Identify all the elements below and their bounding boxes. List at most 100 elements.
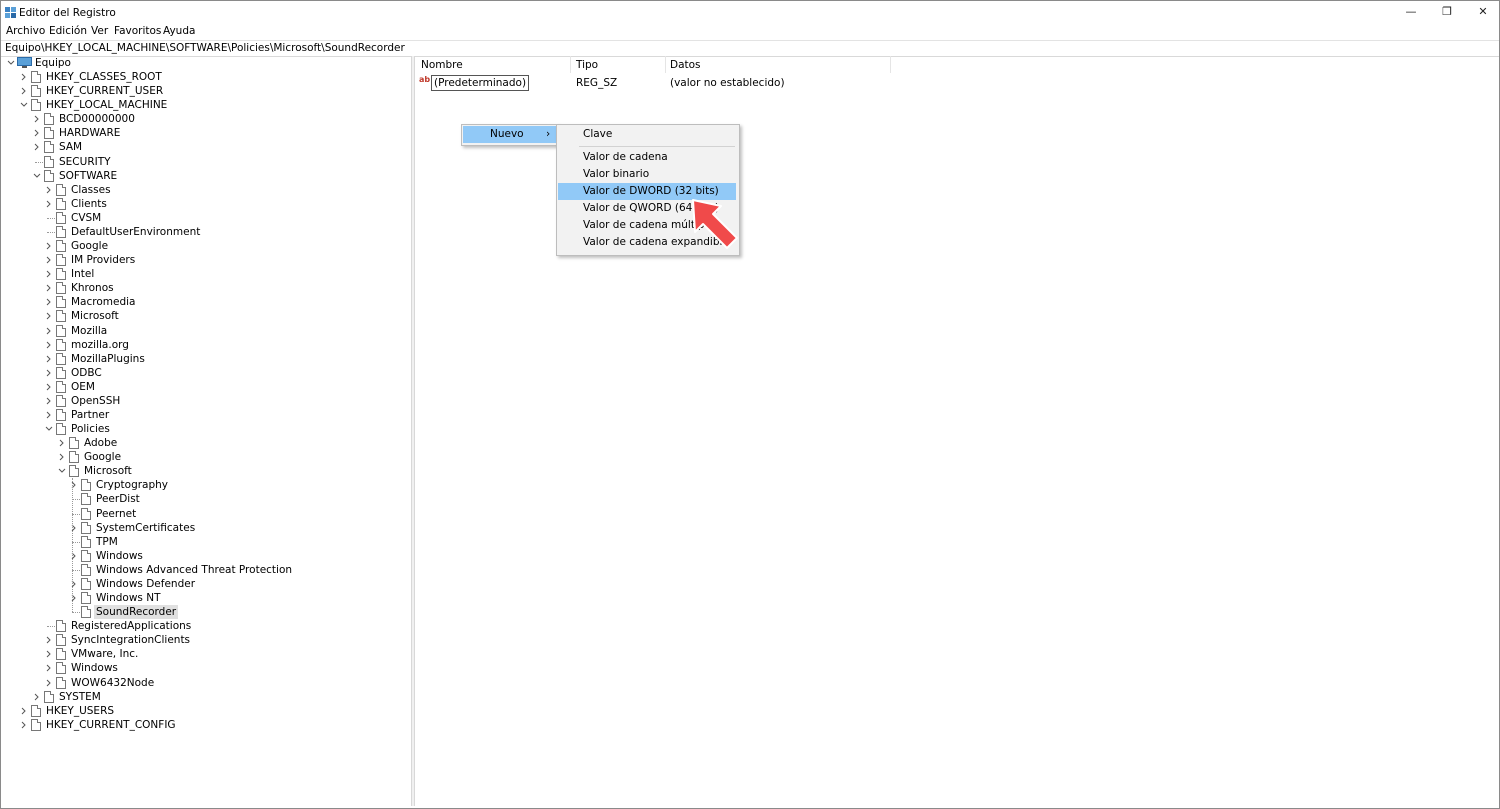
key-icon [69,451,79,463]
chevron-right-icon[interactable] [20,707,28,715]
chevron-right-icon[interactable] [45,312,53,320]
tree-node-label: SOFTWARE [59,170,118,182]
key-icon [81,564,91,576]
key-icon [56,620,66,632]
tree-node-label: Mozilla [71,325,108,337]
key-icon [81,592,91,604]
chevron-right-icon[interactable] [20,721,28,729]
menu-item-label: Valor binario [583,168,650,180]
chevron-down-icon[interactable] [33,172,41,180]
tree-connector [35,162,43,163]
tree-node-label: Khronos [71,282,114,294]
chevron-right-icon[interactable] [45,397,53,405]
key-icon [81,550,91,562]
close-button[interactable]: ✕ [1465,1,1500,23]
chevron-right-icon[interactable] [33,693,41,701]
tree-node-label: HKEY_LOCAL_MACHINE [46,99,168,111]
key-icon [31,719,41,731]
chevron-right-icon[interactable] [33,115,41,123]
key-icon [56,254,66,266]
address-path[interactable]: Equipo\HKEY_LOCAL_MACHINE\SOFTWARE\Polic… [5,42,405,54]
tree-node-label: SyncIntegrationClients [71,634,191,646]
menu-item-nuevo[interactable]: Nuevo › [463,126,557,143]
menu-edicion[interactable]: Edición [49,25,87,37]
chevron-right-icon[interactable] [45,341,53,349]
chevron-right-icon[interactable] [45,650,53,658]
address-bar[interactable]: Equipo\HKEY_LOCAL_MACHINE\SOFTWARE\Polic… [1,40,1499,57]
key-icon [56,282,66,294]
tree-node-label: Google [84,451,122,463]
chevron-right-icon[interactable] [58,453,66,461]
chevron-right-icon[interactable] [58,439,66,447]
tree-guide-line [72,478,73,612]
key-icon [81,508,91,520]
tree-node-label: mozilla.org [71,339,129,351]
chevron-down-icon[interactable] [58,467,66,475]
key-icon [81,606,91,618]
value-type: REG_SZ [576,77,618,89]
menu-item-valor-cadena[interactable]: Valor de cadena [558,149,738,166]
column-header-tipo[interactable]: Tipo [576,59,598,71]
chevron-down-icon[interactable] [7,59,15,67]
menu-item-valor-binario[interactable]: Valor binario [558,166,738,183]
tree-node-label: VMware, Inc. [71,648,139,660]
tree-node-label: SYSTEM [59,691,101,703]
menu-archivo[interactable]: Archivo [6,25,45,37]
chevron-right-icon[interactable] [33,143,41,151]
chevron-right-icon[interactable] [20,73,28,81]
chevron-right-icon[interactable] [45,327,53,335]
key-icon [81,493,91,505]
chevron-right-icon[interactable] [20,87,28,95]
tree-node-label: SystemCertificates [96,522,196,534]
chevron-right-icon[interactable] [45,411,53,419]
key-icon [56,634,66,646]
chevron-right-icon[interactable] [45,270,53,278]
menu-separator [579,146,735,147]
chevron-right-icon[interactable] [45,679,53,687]
tree-node-label: Intel [71,268,95,280]
tree-connector [72,570,80,571]
chevron-right-icon[interactable] [45,369,53,377]
chevron-right-icon[interactable] [45,298,53,306]
chevron-right-icon[interactable] [45,284,53,292]
menu-favoritos[interactable]: Favoritos [114,25,161,37]
tree-connector [72,499,80,500]
tree-node-label: HKEY_USERS [46,705,115,717]
chevron-right-icon[interactable] [45,200,53,208]
key-icon [44,156,54,168]
chevron-right-icon[interactable] [45,355,53,363]
tree-node-label: RegisteredApplications [71,620,192,632]
chevron-right-icon[interactable] [45,256,53,264]
column-header-nombre[interactable]: Nombre [421,59,463,71]
key-icon [56,339,66,351]
chevron-right-icon[interactable] [45,636,53,644]
column-divider[interactable] [890,56,891,73]
tree-node-label: SAM [59,141,83,153]
chevron-right-icon[interactable] [45,242,53,250]
key-icon [56,226,66,238]
chevron-down-icon[interactable] [45,425,53,433]
column-header-datos[interactable]: Datos [670,59,701,71]
key-icon [44,113,54,125]
key-icon [69,437,79,449]
chevron-right-icon[interactable] [45,186,53,194]
pane-splitter[interactable] [411,56,415,806]
menu-item-nuevo-label: Nuevo [490,128,524,140]
tree-node-label: SECURITY [59,156,111,168]
restore-button[interactable]: ❐ [1429,1,1465,23]
key-tree-pane[interactable]: Equipo HKEY_CLASSES_ROOT HKEY_CURRENT_USE… [1,56,412,806]
value-name[interactable]: (Predeterminado) [431,75,530,91]
column-divider[interactable] [570,56,571,73]
menu-ver[interactable]: Ver [91,25,108,37]
chevron-right-icon[interactable] [45,664,53,672]
menu-ayuda[interactable]: Ayuda [163,25,195,37]
chevron-down-icon[interactable] [20,101,28,109]
chevron-right-icon[interactable] [33,129,41,137]
chevron-right-icon[interactable] [45,383,53,391]
tree-node-label: Windows Defender [96,578,196,590]
tree-node-label: Windows [96,550,143,562]
minimize-button[interactable]: — [1393,1,1429,23]
registry-editor-window: Editor del Registro — ❐ ✕ Archivo Edició… [0,0,1500,809]
column-divider[interactable] [665,56,666,73]
menu-item-clave[interactable]: Clave [558,126,738,143]
